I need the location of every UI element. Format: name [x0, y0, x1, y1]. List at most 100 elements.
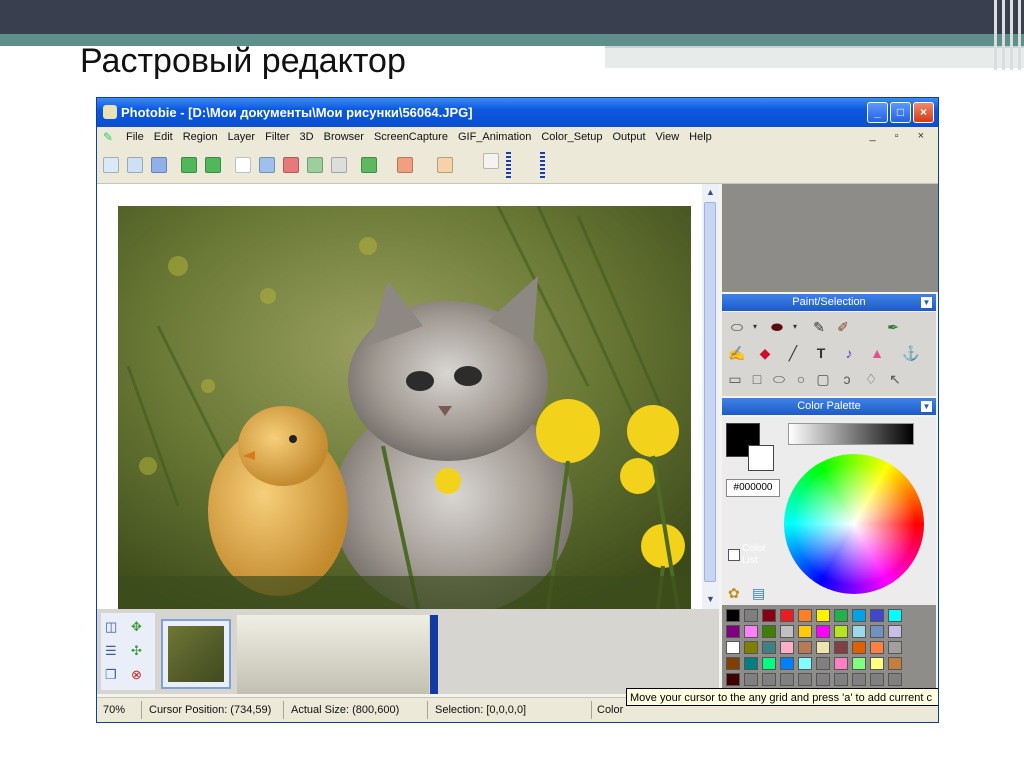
capture-icon[interactable] — [361, 157, 377, 173]
pencil-icon[interactable]: ✎ — [810, 318, 828, 336]
color-swatch[interactable] — [888, 625, 902, 638]
color-swatch[interactable] — [780, 625, 794, 638]
paste-icon[interactable] — [307, 157, 323, 173]
magic-select-icon[interactable]: ♢ — [862, 370, 880, 388]
scroll-down-icon[interactable]: ▼ — [704, 592, 717, 606]
collapse-icon[interactable]: ▼ — [921, 297, 932, 308]
color-swatch[interactable] — [780, 673, 794, 686]
menu-screencapture[interactable]: ScreenCapture — [369, 127, 453, 145]
photobie-logo-icon[interactable]: ✎ — [103, 130, 119, 144]
swatch-book-icon[interactable]: ▤ — [752, 585, 765, 602]
print-icon[interactable] — [331, 157, 347, 173]
menu-file[interactable]: File — [121, 127, 149, 145]
color-swatch[interactable] — [798, 609, 812, 622]
menu-view[interactable]: View — [651, 127, 685, 145]
effects-icon[interactable] — [437, 157, 453, 173]
menu-filter[interactable]: Filter — [260, 127, 294, 145]
pen-icon[interactable]: ✍ — [728, 344, 746, 362]
redo-icon[interactable] — [205, 157, 221, 173]
oval-select-icon[interactable]: ⬭ — [770, 370, 788, 388]
color-swatch[interactable] — [744, 609, 758, 622]
paint-selection-header[interactable]: Paint/Selection ▼ — [722, 294, 936, 311]
menu-gif-animation[interactable]: GIF_Animation — [453, 127, 536, 145]
clone-icon[interactable]: ♪ — [840, 344, 858, 362]
color-swatch[interactable] — [762, 673, 776, 686]
color-swatch[interactable] — [762, 641, 776, 654]
shrink-icon[interactable]: ✣ — [131, 643, 142, 659]
toolbar-grip[interactable] — [540, 152, 545, 180]
color-swatch[interactable] — [762, 657, 776, 670]
mdi-controls[interactable]: _ ▫ × — [869, 130, 932, 142]
cascade-icon[interactable]: ❐ — [105, 667, 117, 683]
color-list-checkbox[interactable] — [728, 549, 740, 561]
tile-icon[interactable]: ◫ — [105, 619, 117, 635]
color-swatch[interactable] — [726, 609, 740, 622]
menu-browser[interactable]: Browser — [319, 127, 369, 145]
color-swatch[interactable] — [798, 625, 812, 638]
color-swatch[interactable] — [816, 641, 830, 654]
color-swatch[interactable] — [726, 625, 740, 638]
color-swatch[interactable] — [870, 657, 884, 670]
lasso-select-icon[interactable]: ↄ — [838, 370, 856, 388]
color-swatch[interactable] — [762, 625, 776, 638]
menu-3d[interactable]: 3D — [295, 127, 319, 145]
color-swatch[interactable] — [870, 625, 884, 638]
color-swatch[interactable] — [852, 673, 866, 686]
color-swatch[interactable] — [870, 641, 884, 654]
expand-icon[interactable]: ✥ — [131, 619, 142, 635]
color-swatch[interactable] — [888, 657, 902, 670]
cut-icon[interactable] — [283, 157, 299, 173]
minimize-button[interactable]: _ — [867, 102, 888, 123]
color-swatch[interactable] — [888, 673, 902, 686]
rect-select-icon[interactable]: ▭ — [726, 370, 744, 388]
collapse-icon[interactable]: ▼ — [921, 401, 932, 412]
toolbar-grip[interactable] — [506, 152, 511, 180]
dropdown-arrow-icon[interactable]: ▾ — [746, 318, 764, 336]
menu-region[interactable]: Region — [178, 127, 223, 145]
eraser-icon[interactable]: ◆ — [756, 344, 774, 362]
color-swatch[interactable] — [762, 609, 776, 622]
move-tool-icon[interactable]: ↖ — [886, 370, 904, 388]
color-swatch[interactable] — [798, 657, 812, 670]
background-color-swatch[interactable] — [748, 445, 774, 471]
circle-select-icon[interactable]: ○ — [792, 370, 810, 388]
menu-edit[interactable]: Edit — [149, 127, 178, 145]
color-swatch[interactable] — [816, 673, 830, 686]
document-thumbnail[interactable] — [161, 619, 231, 689]
color-swatch[interactable] — [852, 609, 866, 622]
copy-icon[interactable] — [259, 157, 275, 173]
text-tool-icon[interactable]: T — [812, 344, 830, 362]
brightness-gradient-bar[interactable] — [788, 423, 914, 445]
image-canvas[interactable] — [118, 206, 691, 609]
line-icon[interactable]: ╱ — [784, 344, 802, 362]
list-icon[interactable]: ☰ — [105, 643, 117, 659]
color-swatch[interactable] — [834, 657, 848, 670]
hex-color-value[interactable]: #000000 — [726, 479, 780, 497]
color-swatch[interactable] — [852, 657, 866, 670]
color-swatch[interactable] — [780, 657, 794, 670]
color-swatch[interactable] — [816, 609, 830, 622]
save-icon[interactable] — [151, 157, 167, 173]
color-wheel[interactable] — [784, 454, 924, 594]
color-swatch[interactable] — [798, 673, 812, 686]
pointer-icon[interactable] — [483, 153, 499, 169]
color-swatch[interactable] — [870, 609, 884, 622]
color-swatch[interactable] — [888, 641, 902, 654]
color-swatch[interactable] — [852, 625, 866, 638]
color-swatch[interactable] — [780, 641, 794, 654]
strip-splitter[interactable] — [430, 615, 438, 694]
color-swatch[interactable] — [744, 625, 758, 638]
scroll-up-icon[interactable]: ▲ — [704, 185, 717, 199]
app-icon[interactable] — [103, 105, 117, 119]
color-swatch[interactable] — [834, 641, 848, 654]
brush-icon[interactable]: ✐ — [834, 318, 852, 336]
square-select-icon[interactable]: □ — [748, 370, 766, 388]
color-swatch[interactable] — [744, 673, 758, 686]
airbrush-icon[interactable]: ✒ — [884, 318, 902, 336]
open-icon[interactable] — [127, 157, 143, 173]
color-swatch[interactable] — [852, 641, 866, 654]
menu-output[interactable]: Output — [607, 127, 650, 145]
menu-help[interactable]: Help — [684, 127, 717, 145]
scrollbar-thumb[interactable] — [704, 202, 716, 582]
anchor-icon[interactable]: ⚓ — [902, 344, 920, 362]
